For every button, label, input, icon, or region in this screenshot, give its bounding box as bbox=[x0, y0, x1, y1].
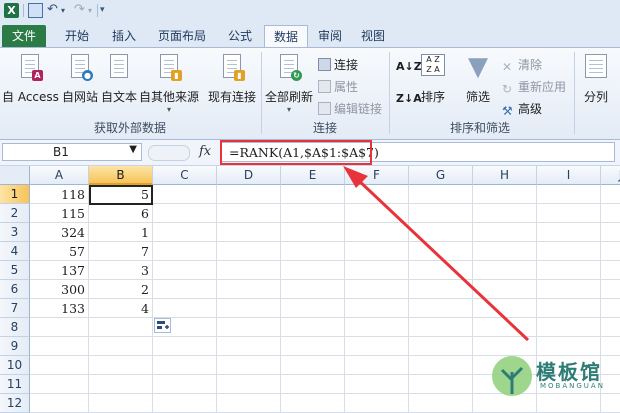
watermark-text: 模板馆 bbox=[536, 360, 602, 384]
watermark-subtext: MOBANGUAN bbox=[540, 382, 605, 390]
watermark-icon bbox=[492, 356, 532, 396]
watermark-logo: 模板馆 MOBANGUAN bbox=[490, 352, 620, 400]
annotation-arrow bbox=[343, 166, 530, 342]
